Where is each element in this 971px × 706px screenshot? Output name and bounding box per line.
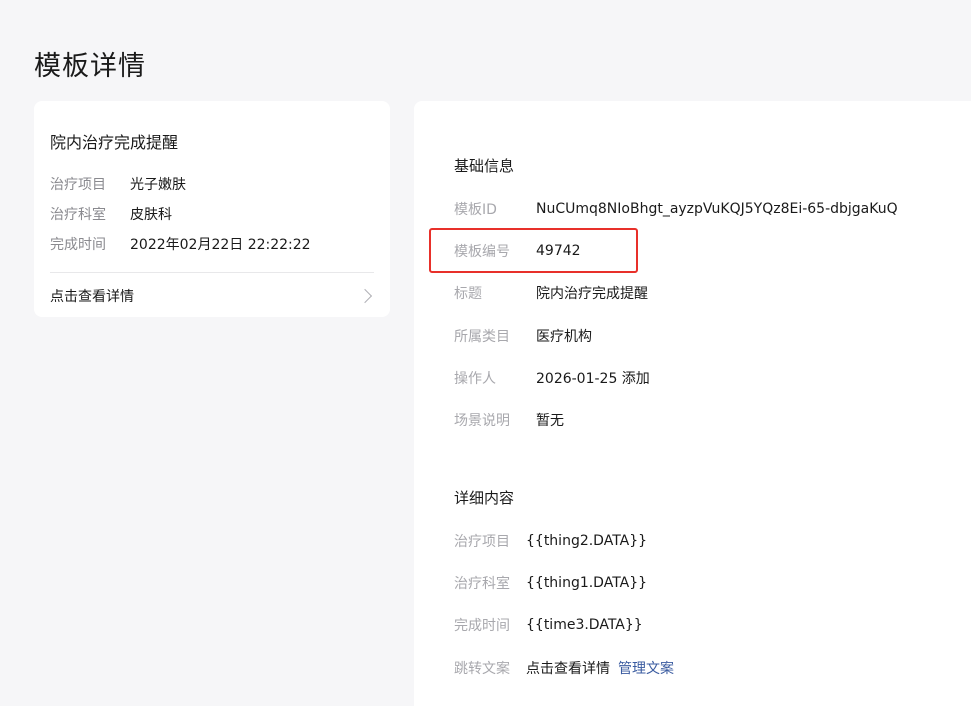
preview-value: 2022年02月22日 22:22:22 bbox=[130, 237, 311, 253]
page-title: 模板详情 bbox=[34, 51, 146, 82]
info-label: 完成时间 bbox=[454, 618, 510, 634]
preview-divider bbox=[50, 272, 374, 273]
template-detail-page: 模板详情 院内治疗完成提醒 治疗项目 光子嫩肤 治疗科室 皮肤科 完成时间 20… bbox=[0, 0, 971, 706]
category-value: 医疗机构 bbox=[536, 329, 592, 345]
preview-row-treatment-item: 治疗项目 光子嫩肤 bbox=[50, 169, 374, 199]
detail-row-jump-text: 跳转文案 点击查看详情 管理文案 bbox=[454, 657, 674, 679]
view-details-link[interactable]: 点击查看详情 bbox=[50, 285, 374, 307]
info-label: 治疗项目 bbox=[454, 534, 510, 550]
preview-row-department: 治疗科室 皮肤科 bbox=[50, 199, 374, 229]
message-preview-card: 院内治疗完成提醒 治疗项目 光子嫩肤 治疗科室 皮肤科 完成时间 2022年02… bbox=[34, 101, 390, 317]
info-label: 模板ID bbox=[454, 202, 497, 218]
detail-row-treatment-item: 治疗项目 {{thing2.DATA}} bbox=[454, 530, 647, 552]
info-row-operator: 操作人 2026-01-25 添加 bbox=[454, 367, 650, 389]
info-row-scene-description: 场景说明 暂无 bbox=[454, 409, 564, 431]
info-label: 操作人 bbox=[454, 371, 496, 387]
detail-value: {{time3.DATA}} bbox=[526, 617, 643, 633]
basic-info-title: 基础信息 bbox=[454, 157, 515, 175]
template-number-value: 49742 bbox=[536, 243, 581, 259]
detail-row-completion-time: 完成时间 {{time3.DATA}} bbox=[454, 614, 643, 636]
detail-content-title: 详细内容 bbox=[454, 489, 515, 507]
preview-label: 治疗项目 bbox=[50, 177, 106, 193]
info-label: 模板编号 bbox=[454, 244, 510, 260]
template-info-panel: 基础信息 模板ID NuCUmq8NIoBhgt_ayzpVuKQJ5YQz8E… bbox=[414, 101, 971, 706]
info-row-template-id: 模板ID NuCUmq8NIoBhgt_ayzpVuKQJ5YQz8Ei-65-… bbox=[454, 198, 898, 220]
info-row-template-number: 模板编号 49742 bbox=[454, 240, 581, 262]
info-label: 所属类目 bbox=[454, 329, 510, 345]
preview-row-completion-time: 完成时间 2022年02月22日 22:22:22 bbox=[50, 229, 374, 259]
template-id-value: NuCUmq8NIoBhgt_ayzpVuKQJ5YQz8Ei-65-dbjga… bbox=[536, 201, 898, 217]
detail-value: {{thing2.DATA}} bbox=[526, 533, 648, 549]
info-label: 治疗科室 bbox=[454, 576, 510, 592]
preview-label: 完成时间 bbox=[50, 237, 106, 253]
preview-value: 光子嫩肤 bbox=[130, 177, 186, 193]
info-label: 标题 bbox=[454, 286, 482, 302]
info-row-title: 标题 院内治疗完成提醒 bbox=[454, 282, 648, 304]
scene-description-value: 暂无 bbox=[536, 413, 564, 429]
operator-value: 2026-01-25 添加 bbox=[536, 371, 650, 387]
info-row-category: 所属类目 医疗机构 bbox=[454, 325, 592, 347]
detail-value: {{thing1.DATA}} bbox=[526, 575, 648, 591]
preview-title: 院内治疗完成提醒 bbox=[50, 133, 179, 152]
info-label: 场景说明 bbox=[454, 413, 510, 429]
detail-value: 点击查看详情 bbox=[526, 661, 610, 677]
manage-text-link[interactable]: 管理文案 bbox=[618, 658, 674, 678]
view-details-label: 点击查看详情 bbox=[50, 289, 134, 305]
title-value: 院内治疗完成提醒 bbox=[536, 286, 648, 302]
chevron-right-icon bbox=[357, 288, 373, 304]
preview-label: 治疗科室 bbox=[50, 207, 106, 223]
info-label: 跳转文案 bbox=[454, 661, 510, 677]
preview-value: 皮肤科 bbox=[130, 207, 172, 223]
detail-row-department: 治疗科室 {{thing1.DATA}} bbox=[454, 572, 647, 594]
